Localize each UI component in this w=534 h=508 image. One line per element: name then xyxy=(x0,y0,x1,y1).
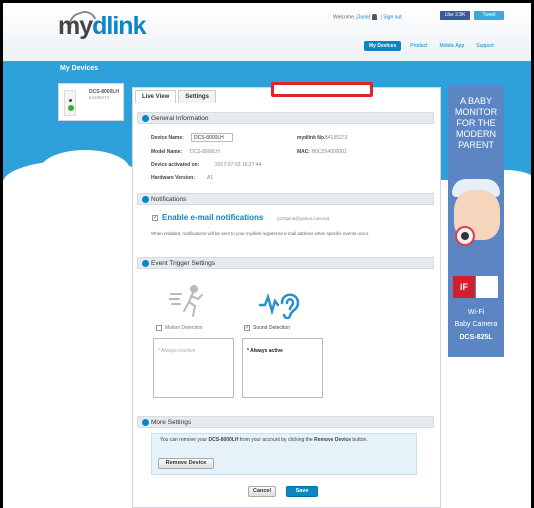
screenshot-frame xyxy=(0,0,534,508)
